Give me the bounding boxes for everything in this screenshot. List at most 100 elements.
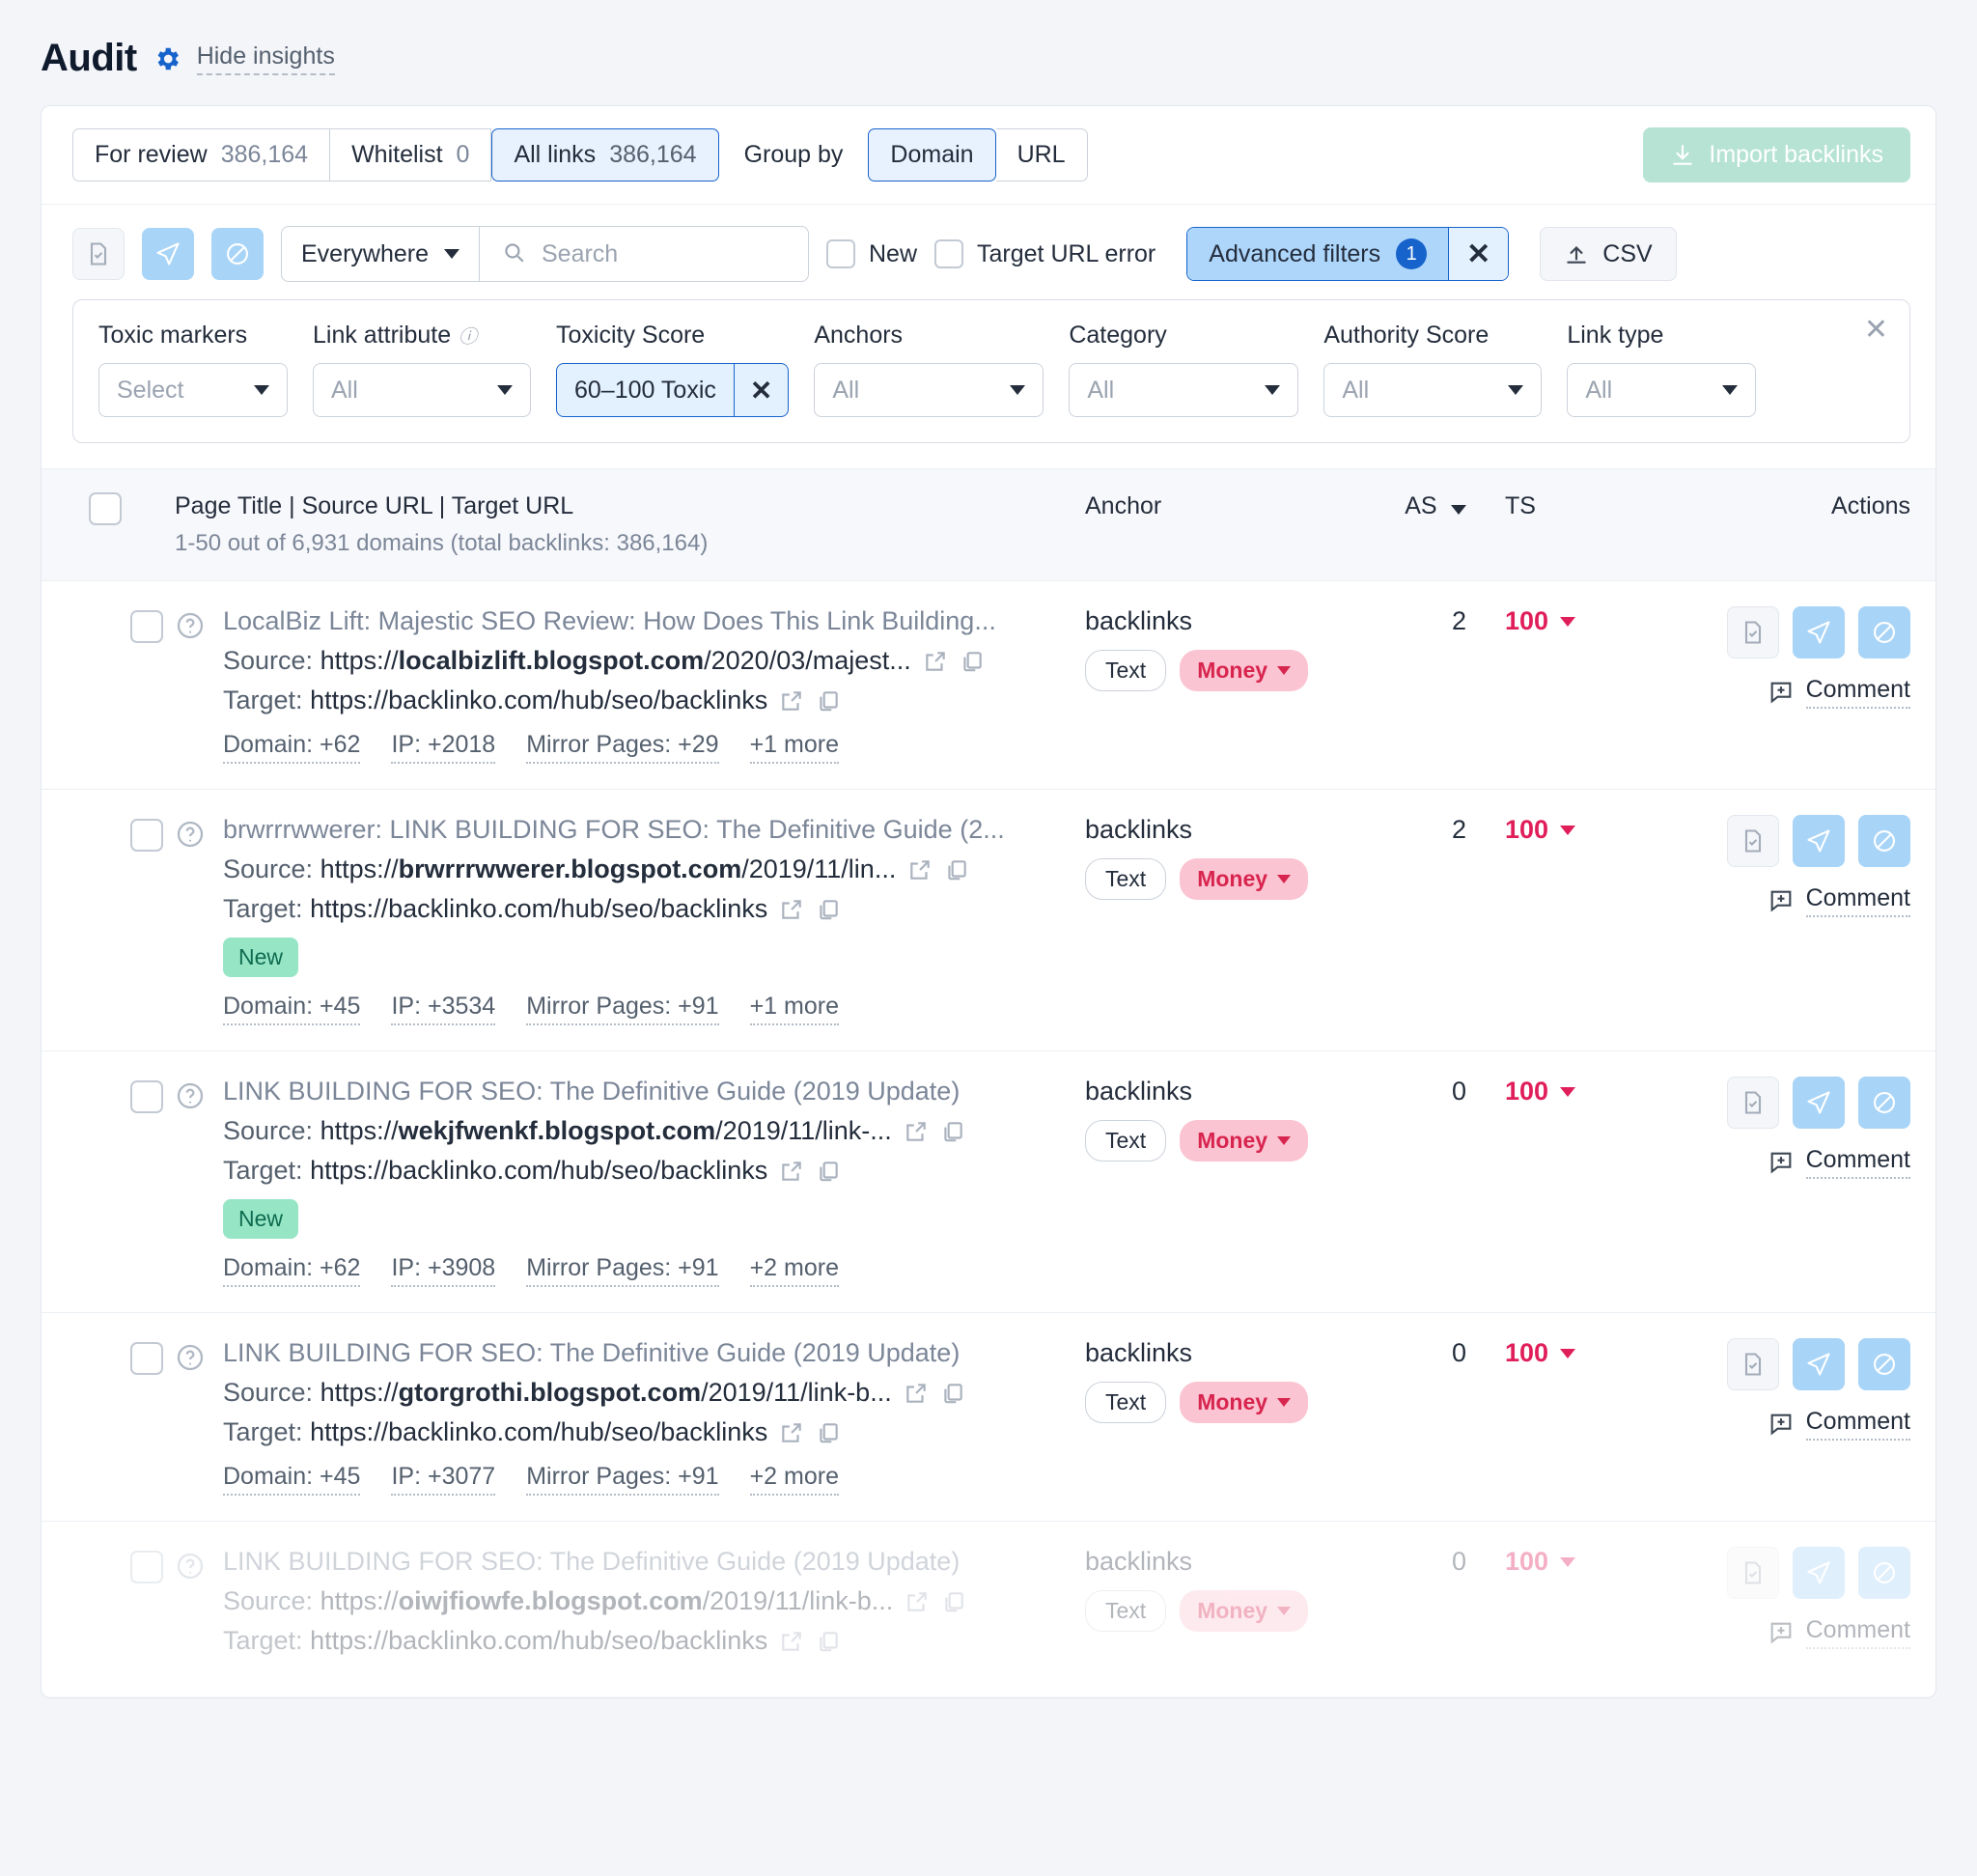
row-checkbox[interactable] bbox=[130, 1342, 163, 1375]
advanced-filters-button[interactable]: Advanced filters 1 bbox=[1187, 228, 1449, 280]
open-external-icon[interactable] bbox=[905, 1589, 930, 1614]
copy-icon[interactable] bbox=[940, 1381, 965, 1406]
row-checkbox[interactable] bbox=[130, 819, 163, 852]
insight-link[interactable]: Domain: +62 bbox=[223, 1254, 361, 1287]
whitelist-icon[interactable] bbox=[1727, 606, 1779, 658]
group-by-url[interactable]: URL bbox=[995, 128, 1088, 182]
clear-filters-button[interactable]: ✕ bbox=[1448, 228, 1509, 280]
row-checkbox[interactable] bbox=[130, 610, 163, 643]
insight-link[interactable]: Mirror Pages: +91 bbox=[526, 1254, 719, 1287]
table-row[interactable]: LINK BUILDING FOR SEO: The Definitive Gu… bbox=[42, 1522, 1935, 1697]
add-comment-button[interactable]: Comment bbox=[1768, 1146, 1910, 1179]
link-attribute-select[interactable]: All bbox=[313, 363, 531, 417]
table-header-as[interactable]: AS bbox=[1375, 492, 1466, 557]
toxicity-score-chip[interactable]: 60–100 Toxic ✕ bbox=[556, 363, 790, 417]
info-icon[interactable]: ⓘ bbox=[459, 322, 477, 349]
csv-export-button[interactable]: CSV bbox=[1540, 227, 1677, 281]
anchors-select[interactable]: All bbox=[814, 363, 1044, 417]
toxic-markers-select[interactable]: Select bbox=[98, 363, 288, 417]
authority-score-select[interactable]: All bbox=[1323, 363, 1543, 417]
disavow-icon[interactable] bbox=[1858, 1547, 1910, 1599]
send-icon[interactable] bbox=[1793, 606, 1845, 658]
help-icon[interactable] bbox=[175, 1080, 206, 1111]
whitelist-icon[interactable] bbox=[1727, 1547, 1779, 1599]
insight-link[interactable]: IP: +3534 bbox=[391, 993, 496, 1025]
row-toxicity-score[interactable]: 100 bbox=[1466, 606, 1621, 636]
select-all-checkbox[interactable] bbox=[89, 492, 122, 525]
remove-toxicity-filter-icon[interactable]: ✕ bbox=[733, 364, 788, 416]
insight-link[interactable]: Domain: +45 bbox=[223, 1463, 361, 1496]
row-checkbox[interactable] bbox=[130, 1551, 163, 1583]
import-backlinks-button[interactable]: Import backlinks bbox=[1643, 127, 1910, 182]
money-tag[interactable]: Money bbox=[1180, 1382, 1309, 1423]
tab-whitelist[interactable]: Whitelist 0 bbox=[330, 128, 492, 182]
row-toxicity-score[interactable]: 100 bbox=[1466, 1338, 1621, 1368]
table-header-ts[interactable]: TS bbox=[1466, 492, 1621, 557]
insight-link[interactable]: IP: +2018 bbox=[391, 731, 496, 764]
open-external-icon[interactable] bbox=[779, 1420, 804, 1445]
copy-icon[interactable] bbox=[816, 1159, 841, 1184]
copy-icon[interactable] bbox=[816, 688, 841, 714]
insight-link[interactable]: IP: +3908 bbox=[391, 1254, 496, 1287]
money-tag[interactable]: Money bbox=[1180, 650, 1309, 691]
gear-icon[interactable] bbox=[153, 44, 181, 73]
send-icon[interactable] bbox=[142, 228, 194, 280]
copy-icon[interactable] bbox=[944, 857, 969, 882]
copy-icon[interactable] bbox=[816, 1629, 841, 1654]
row-toxicity-score[interactable]: 100 bbox=[1466, 1077, 1621, 1106]
link-type-select[interactable]: All bbox=[1567, 363, 1757, 417]
insight-link[interactable]: Mirror Pages: +91 bbox=[526, 993, 719, 1025]
send-icon[interactable] bbox=[1793, 1338, 1845, 1390]
insight-link[interactable]: IP: +3077 bbox=[391, 1463, 496, 1496]
money-tag[interactable]: Money bbox=[1180, 1120, 1309, 1162]
insight-link[interactable]: +1 more bbox=[749, 731, 839, 764]
insight-link[interactable]: +1 more bbox=[749, 993, 839, 1025]
disavow-icon[interactable] bbox=[1858, 1338, 1910, 1390]
search-input[interactable] bbox=[540, 238, 787, 269]
money-tag[interactable]: Money bbox=[1180, 1590, 1309, 1632]
open-external-icon[interactable] bbox=[779, 1159, 804, 1184]
row-toxicity-score[interactable]: 100 bbox=[1466, 1547, 1621, 1577]
copy-icon[interactable] bbox=[960, 649, 985, 674]
insight-link[interactable]: Domain: +62 bbox=[223, 731, 361, 764]
send-icon[interactable] bbox=[1793, 1077, 1845, 1129]
group-by-domain[interactable]: Domain bbox=[868, 128, 996, 182]
insight-link[interactable]: Mirror Pages: +91 bbox=[526, 1463, 719, 1496]
hide-insights-link[interactable]: Hide insights bbox=[196, 42, 335, 75]
whitelist-icon[interactable] bbox=[1727, 1077, 1779, 1129]
whitelist-icon[interactable] bbox=[72, 228, 125, 280]
close-icon[interactable]: ✕ bbox=[1864, 316, 1888, 345]
whitelist-icon[interactable] bbox=[1727, 1338, 1779, 1390]
open-external-icon[interactable] bbox=[779, 688, 804, 714]
table-row[interactable]: LINK BUILDING FOR SEO: The Definitive Gu… bbox=[42, 1313, 1935, 1522]
add-comment-button[interactable]: Comment bbox=[1768, 1616, 1910, 1649]
table-row[interactable]: brwrrrwwerer: LINK BUILDING FOR SEO: The… bbox=[42, 790, 1935, 1051]
disavow-icon[interactable] bbox=[1858, 606, 1910, 658]
row-checkbox[interactable] bbox=[130, 1080, 163, 1113]
open-external-icon[interactable] bbox=[904, 1381, 929, 1406]
open-external-icon[interactable] bbox=[923, 649, 948, 674]
copy-icon[interactable] bbox=[940, 1119, 965, 1144]
table-row[interactable]: LINK BUILDING FOR SEO: The Definitive Gu… bbox=[42, 1051, 1935, 1313]
open-external-icon[interactable] bbox=[779, 1629, 804, 1654]
add-comment-button[interactable]: Comment bbox=[1768, 884, 1910, 917]
new-checkbox[interactable]: New bbox=[826, 239, 917, 268]
insight-link[interactable]: Mirror Pages: +29 bbox=[526, 731, 719, 764]
copy-icon[interactable] bbox=[941, 1589, 966, 1614]
disavow-icon[interactable] bbox=[211, 228, 264, 280]
whitelist-icon[interactable] bbox=[1727, 815, 1779, 867]
insight-link[interactable]: +2 more bbox=[749, 1254, 839, 1287]
open-external-icon[interactable] bbox=[907, 857, 933, 882]
help-icon[interactable] bbox=[175, 1551, 206, 1582]
scope-select[interactable]: Everywhere bbox=[282, 227, 480, 281]
copy-icon[interactable] bbox=[816, 897, 841, 922]
row-toxicity-score[interactable]: 100 bbox=[1466, 815, 1621, 845]
disavow-icon[interactable] bbox=[1858, 1077, 1910, 1129]
help-icon[interactable] bbox=[175, 1342, 206, 1373]
open-external-icon[interactable] bbox=[904, 1119, 929, 1144]
help-icon[interactable] bbox=[175, 819, 206, 850]
disavow-icon[interactable] bbox=[1858, 815, 1910, 867]
tab-all-links[interactable]: All links 386,164 bbox=[491, 128, 719, 182]
money-tag[interactable]: Money bbox=[1180, 858, 1309, 900]
send-icon[interactable] bbox=[1793, 1547, 1845, 1599]
